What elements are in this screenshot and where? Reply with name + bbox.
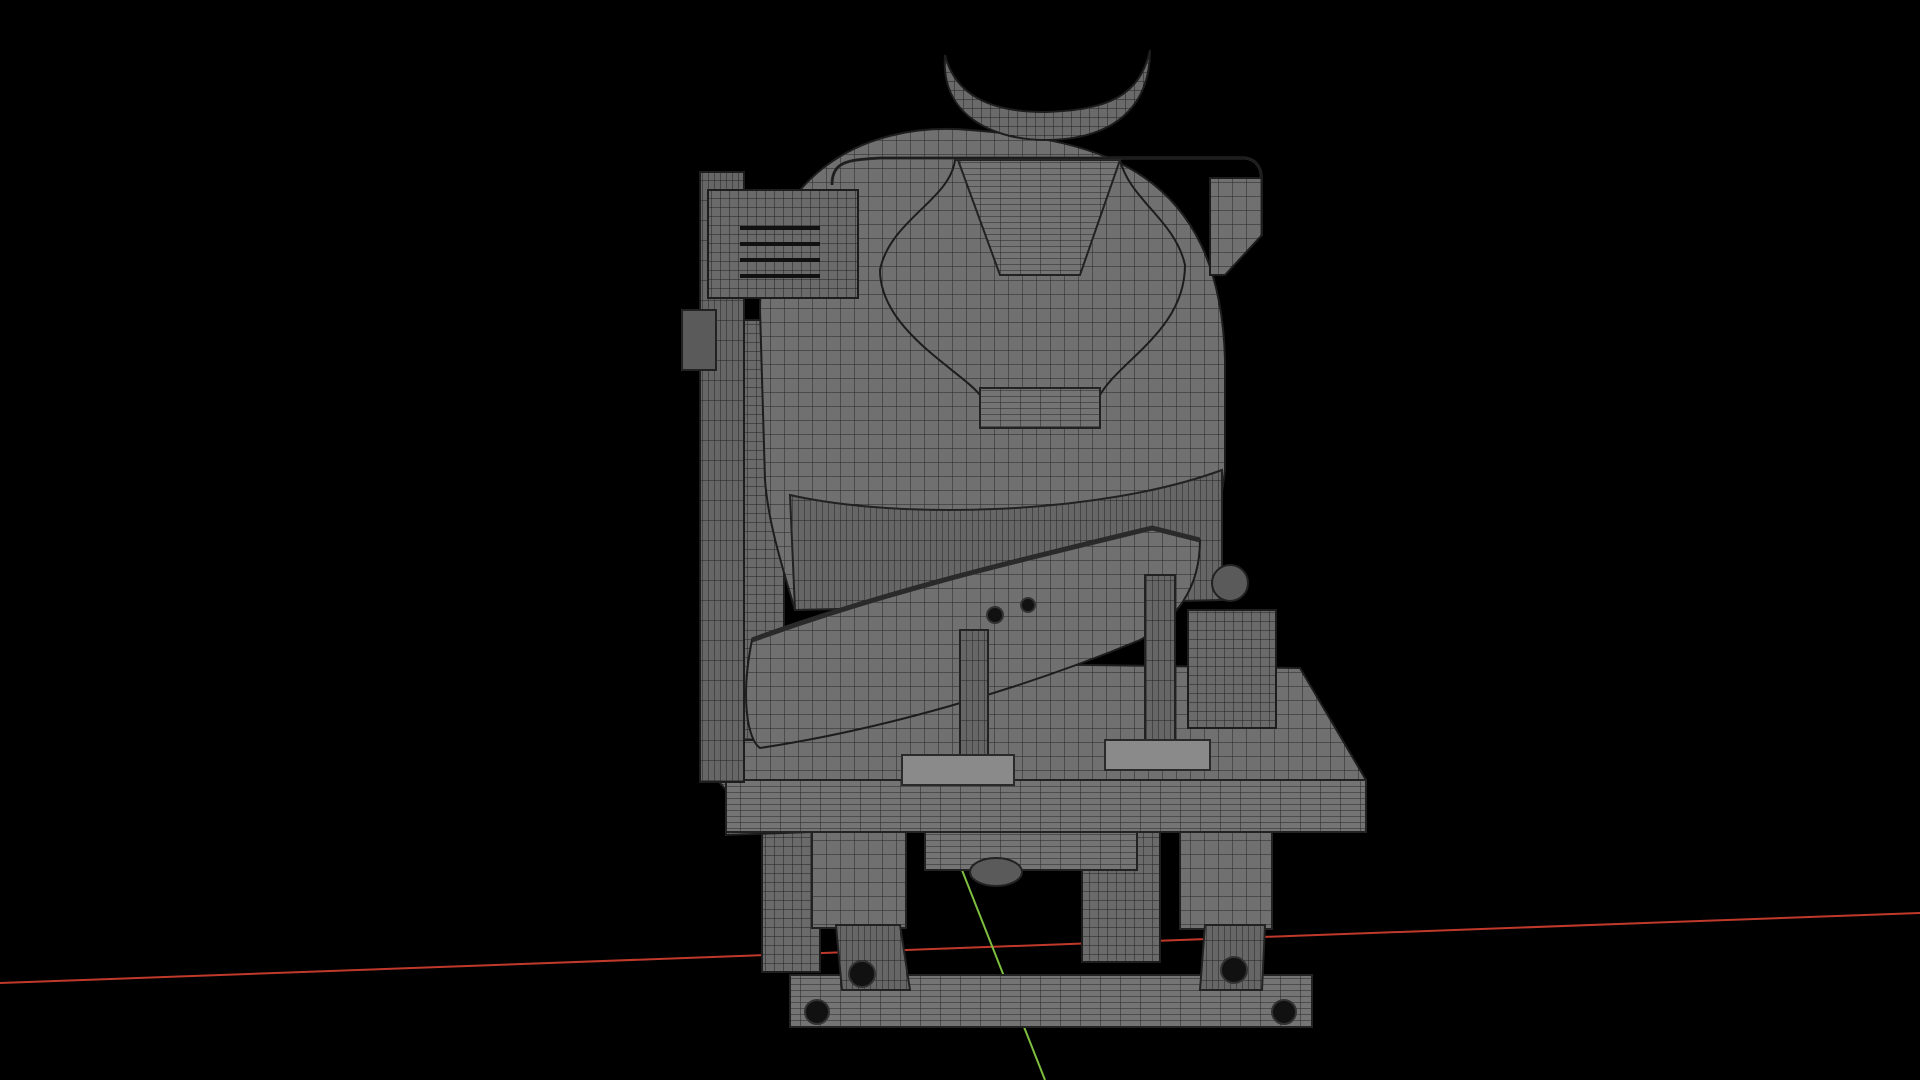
right-hitch-ring <box>1220 956 1248 984</box>
left-hitch-ring <box>848 960 876 988</box>
right-bracket <box>1209 177 1263 276</box>
drive-shaft <box>969 857 1023 887</box>
chute-pin-2 <box>1020 597 1036 613</box>
bumper-light-right <box>1271 999 1297 1025</box>
3d-viewport[interactable] <box>0 0 1920 1080</box>
y-axis-line <box>957 859 1046 1080</box>
chute-support-left <box>959 629 989 771</box>
left-mudguard[interactable] <box>811 831 907 929</box>
chute-base-right <box>1104 739 1211 771</box>
chassis-rear-edge <box>725 779 1367 833</box>
x-axis-line <box>0 912 1920 984</box>
bumper-light-left <box>804 999 830 1025</box>
hopper-outlet <box>979 387 1101 429</box>
side-box[interactable] <box>681 309 717 371</box>
chute-pin <box>986 606 1004 624</box>
rear-right-cap <box>1211 564 1249 602</box>
hopper-top-ring[interactable] <box>943 49 1151 142</box>
viewport-canvas[interactable] <box>0 0 1920 1080</box>
rear-right-block <box>1187 609 1277 729</box>
chute-support-right <box>1144 574 1176 766</box>
right-mudguard[interactable] <box>1179 824 1273 930</box>
mixer-truck-model[interactable] <box>681 49 1367 1028</box>
chute-base-left <box>901 754 1015 786</box>
